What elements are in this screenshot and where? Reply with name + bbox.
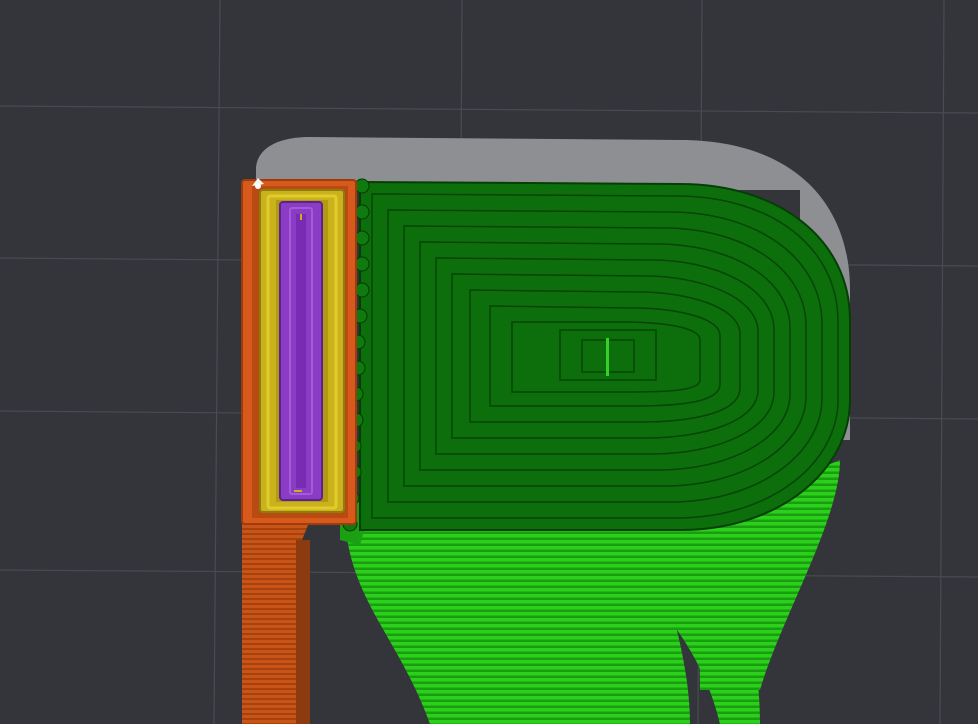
support-interface-layer	[342, 178, 851, 532]
gcode-preview-viewport[interactable]	[0, 0, 978, 724]
toolpath-preview-canvas[interactable]	[0, 0, 978, 724]
wall-perimeters	[241, 179, 357, 525]
wall-shadow	[296, 540, 310, 724]
